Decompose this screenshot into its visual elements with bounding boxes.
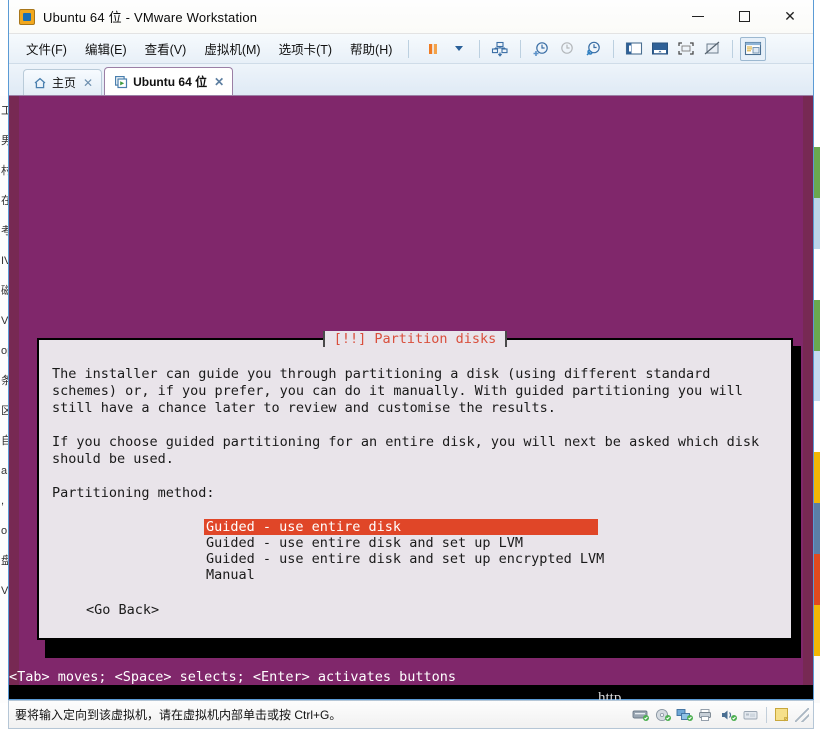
- toolbar: [420, 36, 767, 61]
- menu-view[interactable]: 查看(V): [136, 35, 196, 62]
- power-dropdown-button[interactable]: [446, 37, 472, 61]
- tab-ubuntu-64-close-icon[interactable]: ✕: [214, 75, 224, 89]
- close-button[interactable]: ✕: [767, 0, 813, 33]
- toolbar-separator: [408, 39, 410, 58]
- toolbar-separator: [520, 39, 522, 58]
- status-device-icons: [630, 706, 813, 724]
- partitioning-method-list: Guided - use entire disk Guided - use en…: [52, 519, 778, 583]
- window-controls: ✕: [675, 0, 813, 33]
- fullscreen-button[interactable]: [673, 37, 699, 61]
- installer-key-hint: <Tab> moves; <Space> selects; <Enter> ac…: [9, 669, 457, 685]
- show-thumbnail-bar-button[interactable]: [647, 37, 673, 61]
- menu-tabs[interactable]: 选项卡(T): [270, 35, 341, 62]
- menu-vm[interactable]: 虚拟机(M): [195, 35, 269, 62]
- dialog-body: The installer can guide you through part…: [39, 340, 791, 618]
- console-view-button[interactable]: [740, 36, 767, 61]
- go-back-button[interactable]: <Go Back>: [52, 602, 778, 618]
- title-bar[interactable]: Ubuntu 64 位 - VMware Workstation ✕: [9, 0, 813, 34]
- maximize-button[interactable]: [721, 0, 767, 33]
- option-guided-entire-disk-lvm[interactable]: Guided - use entire disk and set up LVM: [204, 535, 598, 551]
- toolbar-separator: [613, 39, 615, 58]
- unity-mode-icon: [705, 41, 720, 55]
- partition-disks-dialog: [!!] Partition disks The installer can g…: [37, 331, 793, 640]
- toolbar-separator: [732, 39, 734, 58]
- tab-strip: 主页 ✕ Ubuntu 64 位 ✕: [9, 64, 813, 96]
- option-guided-entire-disk[interactable]: Guided - use entire disk: [204, 519, 598, 535]
- vmware-icon: [19, 8, 35, 25]
- dialog-paragraph-1: The installer can guide you through part…: [52, 366, 743, 416]
- status-message: 要将输入定向到该虚拟机，请在虚拟机内部单击或按 Ctrl+G。: [15, 708, 342, 722]
- hard-disk-icon[interactable]: [631, 706, 651, 724]
- revert-snapshot-button[interactable]: [554, 37, 580, 61]
- status-bar: 要将输入定向到该虚拟机，请在虚拟机内部单击或按 Ctrl+G。: [8, 700, 814, 729]
- tab-ubuntu-64[interactable]: Ubuntu 64 位 ✕: [104, 67, 234, 95]
- menu-bar: 文件(F) 编辑(E) 查看(V) 虚拟机(M) 选项卡(T) 帮助(H): [9, 34, 813, 64]
- sound-card-icon[interactable]: [719, 706, 739, 724]
- resize-grip[interactable]: [795, 707, 809, 722]
- fullscreen-icon: [678, 42, 695, 55]
- option-manual[interactable]: Manual: [204, 567, 598, 583]
- snapshot-manager-button[interactable]: [580, 37, 606, 61]
- take-snapshot-button[interactable]: [528, 37, 554, 61]
- network-adapter-icon[interactable]: [675, 706, 695, 724]
- chevron-down-icon: [455, 46, 464, 51]
- vm-icon: [114, 75, 128, 89]
- vm-console-screen[interactable]: [!!] Partition disks The installer can g…: [9, 96, 813, 699]
- menu-edit[interactable]: 编辑(E): [76, 35, 136, 62]
- vm-screen-letterbox: [9, 685, 813, 699]
- suspend-button[interactable]: [420, 37, 446, 61]
- show-library-button[interactable]: [621, 37, 647, 61]
- dialog-paragraph-2: If you choose guided partitioning for an…: [52, 434, 760, 467]
- thumbnail-bar-icon: [652, 42, 669, 55]
- tab-home-label: 主页: [52, 76, 77, 90]
- dialog-title-bar: [!!] Partition disks: [39, 331, 791, 347]
- snapshot-revert-icon: [561, 41, 574, 54]
- printer-icon[interactable]: [697, 706, 717, 724]
- home-icon: [33, 76, 47, 90]
- console-view-icon: [745, 41, 762, 56]
- notes-icon[interactable]: [772, 706, 792, 724]
- sidebar-panel-icon: [626, 42, 643, 55]
- menu-file[interactable]: 文件(F): [17, 35, 76, 62]
- manage-snapshots-button[interactable]: [487, 37, 513, 61]
- cd-dvd-icon[interactable]: [653, 706, 673, 724]
- status-separator: [766, 706, 767, 723]
- minimize-button[interactable]: [675, 0, 721, 33]
- tab-home[interactable]: 主页 ✕: [23, 69, 103, 95]
- tab-home-close-icon[interactable]: ✕: [83, 76, 93, 90]
- option-guided-entire-disk-encrypted-lvm[interactable]: Guided - use entire disk and set up encr…: [204, 551, 604, 567]
- menu-help[interactable]: 帮助(H): [341, 35, 401, 62]
- vmware-workstation-window: Ubuntu 64 位 - VMware Workstation ✕ 文件(F)…: [8, 0, 814, 700]
- snapshot-add-icon: [533, 41, 549, 56]
- unity-mode-button[interactable]: [699, 37, 725, 61]
- snapshot-settings-icon: [586, 41, 601, 56]
- window-title: Ubuntu 64 位 - VMware Workstation: [43, 10, 258, 25]
- tab-ubuntu-64-label: Ubuntu 64 位: [133, 75, 208, 89]
- usb-device-icon[interactable]: [741, 706, 761, 724]
- dialog-paragraph-3: Partitioning method:: [52, 485, 215, 501]
- snapshot-manager-icon: [492, 41, 508, 57]
- dialog-title: [!!] Partition disks: [322, 331, 508, 347]
- toolbar-separator: [479, 39, 481, 58]
